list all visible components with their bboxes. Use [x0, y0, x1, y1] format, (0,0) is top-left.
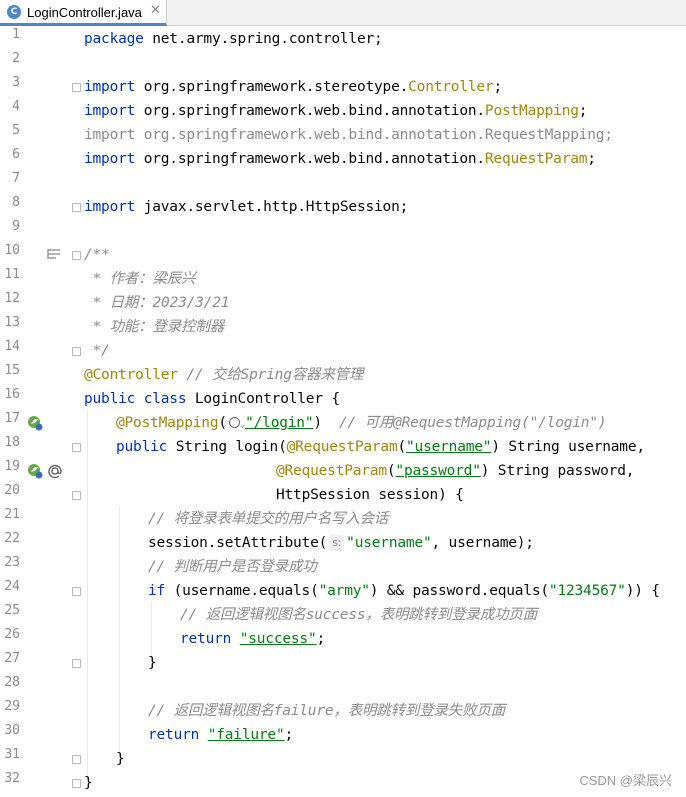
fold-marker-icon[interactable]	[72, 491, 81, 500]
code-line: import org.springframework.web.bind.anno…	[84, 151, 596, 167]
line-number: 14	[4, 339, 20, 354]
fold-marker-icon[interactable]	[72, 251, 81, 260]
web-url-icon[interactable]	[228, 417, 240, 428]
line-number: 24	[4, 579, 20, 594]
line-number: 18	[4, 435, 20, 450]
mapping-icon[interactable]	[47, 463, 63, 479]
code-comment: // 将登录表单提交的用户名写入会话	[148, 511, 389, 527]
java-class-icon: C	[7, 5, 21, 19]
fold-marker-icon[interactable]	[72, 659, 81, 668]
line-number: 1	[12, 27, 20, 42]
code-line-unused-import: import org.springframework.web.bind.anno…	[84, 127, 613, 143]
code-line: package net.army.spring.controller;	[84, 31, 383, 47]
code-line: session.setAttribute(s: "username", usern…	[148, 535, 534, 551]
code-line: import org.springframework.web.bind.anno…	[84, 103, 588, 119]
code-comment: // 返回逻辑视图名success，表明跳转到登录成功页面	[180, 607, 537, 623]
line-number: 8	[12, 195, 20, 210]
spring-bean-icon[interactable]	[27, 415, 43, 431]
code-line: HttpSession session) {	[276, 487, 464, 503]
line-number: 5	[12, 123, 20, 138]
line-number: 26	[4, 627, 20, 642]
code-line: }	[116, 751, 125, 767]
doc-comment: * 功能：登录控制器	[84, 319, 225, 335]
fold-marker-icon[interactable]	[72, 83, 81, 92]
code-area[interactable]: package net.army.spring.controller; impo…	[84, 26, 686, 797]
line-number: 17	[4, 411, 20, 426]
line-number: 12	[4, 291, 20, 306]
code-line: @Controller // 交给Spring容器来管理	[84, 367, 364, 383]
line-number: 6	[12, 147, 20, 162]
fold-marker-icon[interactable]	[72, 443, 81, 452]
line-number: 7	[12, 171, 20, 186]
gutter: 1 2 3 4 5 6 7 8 9 10 11 12 13 14 15 16 1…	[0, 26, 70, 797]
code-comment: // 返回逻辑视图名failure，表明跳转到登录失败页面	[148, 703, 505, 719]
line-number: 3	[12, 75, 20, 90]
tab-title: LoginController.java	[27, 5, 142, 20]
close-icon[interactable]: ✕	[150, 3, 161, 18]
line-number: 20	[4, 483, 20, 498]
code-line: }	[84, 775, 93, 791]
line-number: 2	[12, 51, 20, 66]
code-line: }	[148, 655, 157, 671]
code-line: import org.springframework.stereotype.Co…	[84, 79, 502, 95]
spring-bean-icon[interactable]	[27, 463, 43, 479]
line-number: 31	[4, 747, 20, 762]
code-line: import javax.servlet.http.HttpSession;	[84, 199, 409, 215]
line-number: 16	[4, 387, 20, 402]
doc-comment: /**	[84, 247, 110, 263]
line-number: 25	[4, 603, 20, 618]
doc-comment: */	[84, 343, 110, 359]
line-number: 21	[4, 507, 20, 522]
watermark: CSDN @梁辰兴	[579, 773, 672, 788]
doc-comment: * 作者：梁辰兴	[84, 271, 196, 287]
line-number: 19	[4, 459, 20, 474]
fold-marker-icon[interactable]	[72, 779, 81, 788]
code-line: public String login(@RequestParam("usern…	[116, 439, 645, 455]
code-line: @PostMapping(⌄"/login") // 可用@RequestMap…	[116, 415, 607, 431]
line-number: 23	[4, 555, 20, 570]
fold-marker-icon[interactable]	[72, 755, 81, 764]
line-number: 30	[4, 723, 20, 738]
doc-comment: * 日期：2023/3/21	[84, 295, 230, 311]
fold-marker-icon[interactable]	[72, 587, 81, 596]
line-number: 29	[4, 699, 20, 714]
line-number: 15	[4, 363, 20, 378]
line-number: 13	[4, 315, 20, 330]
doc-render-icon[interactable]	[46, 247, 62, 263]
code-line: @RequestParam("password") String passwor…	[276, 463, 635, 479]
fold-marker-icon[interactable]	[72, 347, 81, 356]
editor-tab-bar: C LoginController.java ✕	[0, 0, 686, 26]
code-editor[interactable]: 1 2 3 4 5 6 7 8 9 10 11 12 13 14 15 16 1…	[0, 26, 686, 797]
tab-login-controller[interactable]: C LoginController.java ✕	[0, 0, 167, 26]
code-line: return "failure";	[148, 727, 294, 743]
code-line: if (username.equals("army") && password.…	[148, 583, 660, 599]
line-number: 10	[4, 243, 20, 258]
line-number: 22	[4, 531, 20, 546]
line-number: 4	[12, 99, 20, 114]
code-comment: // 判断用户是否登录成功	[148, 559, 317, 575]
code-line: public class LoginController {	[84, 391, 340, 407]
fold-marker-icon[interactable]	[72, 203, 81, 212]
line-number: 9	[12, 219, 20, 234]
code-line: return "success";	[180, 631, 326, 647]
line-number: 28	[4, 675, 20, 690]
line-number: 27	[4, 651, 20, 666]
line-number: 11	[4, 267, 20, 282]
param-hint: s:	[329, 535, 345, 551]
line-number: 32	[4, 771, 20, 786]
